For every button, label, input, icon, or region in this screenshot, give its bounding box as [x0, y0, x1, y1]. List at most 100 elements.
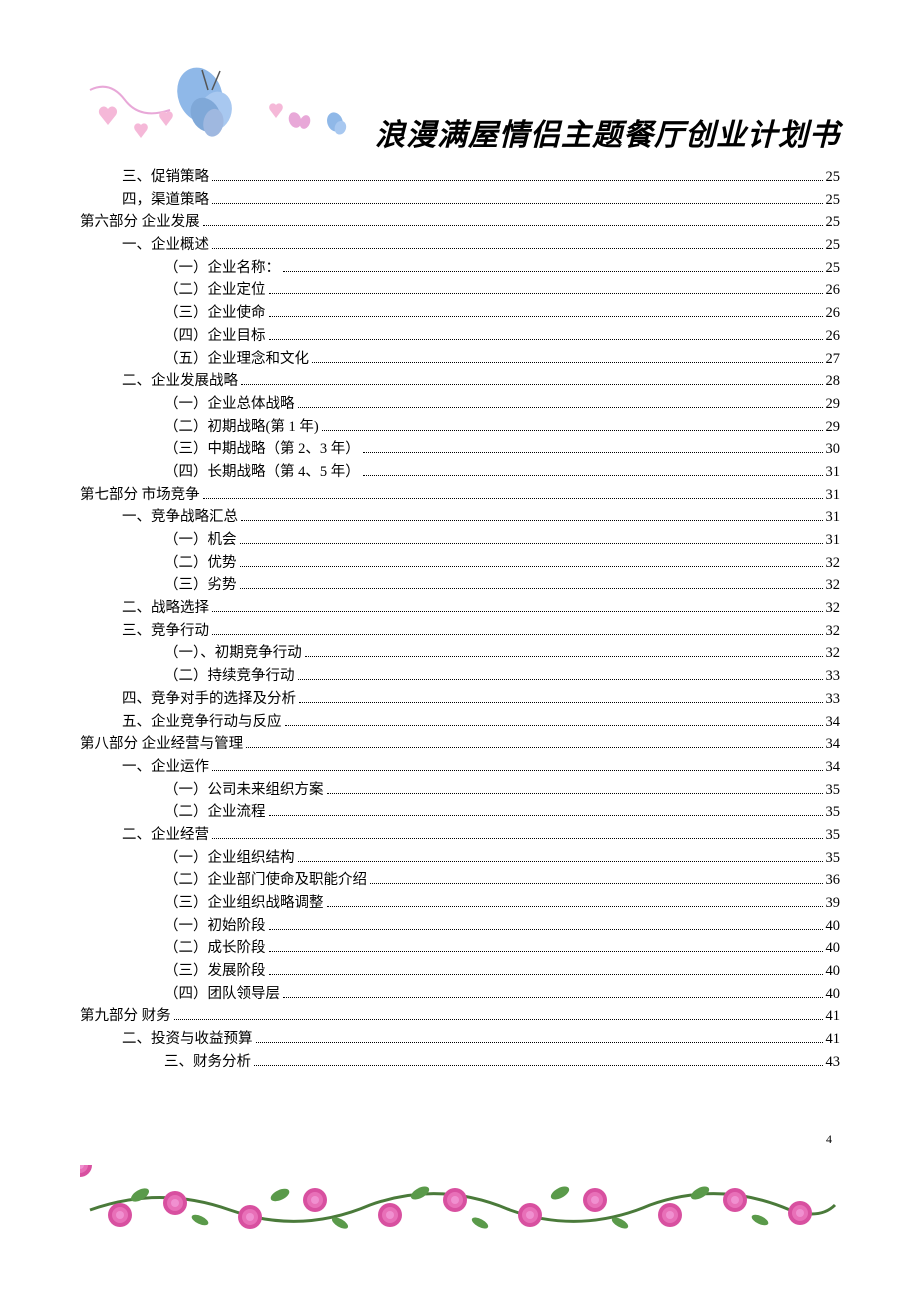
- toc-row: （一）企业名称：25: [80, 261, 840, 276]
- toc-entry-label: 三、促销策略: [122, 170, 209, 185]
- toc-entry-page: 32: [826, 578, 841, 593]
- toc-entry-page: 35: [826, 805, 841, 820]
- toc-entry-page: 36: [826, 873, 841, 888]
- toc-entry-page: 25: [826, 261, 841, 276]
- toc-entry-label: （三）发展阶段: [164, 964, 266, 979]
- toc-entry-page: 29: [826, 420, 841, 435]
- toc-row: 二、企业发展战略28: [80, 374, 840, 389]
- toc-leader-dots: [269, 316, 823, 317]
- toc-entry-label: 二、投资与收益预算: [122, 1032, 253, 1047]
- toc-entry-label: 第七部分 市场竞争: [80, 488, 200, 503]
- toc-row: 三、竞争行动32: [80, 624, 840, 639]
- toc-entry-label: （四）长期战略（第 4、5 年）: [164, 465, 360, 480]
- toc-entry-page: 25: [826, 215, 841, 230]
- toc-row: （五）企业理念和文化27: [80, 352, 840, 367]
- toc-row: （一）企业组织结构35: [80, 851, 840, 866]
- toc-row: 三、促销策略 25: [80, 170, 840, 185]
- toc-entry-page: 40: [826, 987, 841, 1002]
- toc-row: （三）劣势32: [80, 578, 840, 593]
- toc-leader-dots: [269, 974, 823, 975]
- toc-entry-label: （一）、初期竞争行动: [164, 646, 302, 661]
- toc-leader-dots: [305, 656, 823, 657]
- toc-leader-dots: [203, 225, 823, 226]
- toc-entry-label: 一、竞争战略汇总: [122, 510, 238, 525]
- toc-leader-dots: [298, 679, 823, 680]
- toc-entry-page: 31: [826, 533, 841, 548]
- toc-row: （一）企业总体战略29: [80, 397, 840, 412]
- toc-leader-dots: [240, 543, 823, 544]
- document-page: 浪漫满屋情侣主题餐厅创业计划书 三、促销策略25四，渠道策略25第六部分 企业发…: [0, 0, 920, 1258]
- toc-row: （一）、初期竞争行动32: [80, 646, 840, 661]
- toc-leader-dots: [212, 770, 823, 771]
- toc-row: 一、企业运作34: [80, 760, 840, 775]
- toc-leader-dots: [212, 203, 823, 204]
- toc-row: 四，渠道策略25: [80, 193, 840, 208]
- toc-leader-dots: [254, 1065, 823, 1066]
- toc-entry-label: 二、企业经营: [122, 828, 209, 843]
- toc-leader-dots: [256, 1042, 823, 1043]
- toc-entry-page: 29: [826, 397, 841, 412]
- toc-leader-dots: [363, 452, 823, 453]
- toc-entry-label: （一）公司未来组织方案: [164, 783, 324, 798]
- toc-entry-page: 40: [826, 919, 841, 934]
- toc-entry-label: 第九部分 财务: [80, 1009, 171, 1024]
- toc-entry-page: 40: [826, 941, 841, 956]
- toc-leader-dots: [363, 475, 823, 476]
- toc-entry-page: 26: [826, 306, 841, 321]
- toc-entry-page: 27: [826, 352, 841, 367]
- toc-row: 一、竞争战略汇总 31: [80, 510, 840, 525]
- toc-leader-dots: [283, 271, 823, 272]
- toc-entry-label: （三）中期战略（第 2、3 年）: [164, 442, 360, 457]
- toc-row: （四）企业目标26: [80, 329, 840, 344]
- toc-leader-dots: [312, 362, 823, 363]
- toc-entry-label: 三、财务分析: [164, 1055, 251, 1070]
- toc-leader-dots: [241, 384, 823, 385]
- toc-leader-dots: [370, 883, 823, 884]
- toc-entry-page: 31: [826, 488, 841, 503]
- toc-row: 第七部分 市场竞争 31: [80, 488, 840, 503]
- toc-row: 四、竞争对手的选择及分析33: [80, 692, 840, 707]
- toc-entry-page: 25: [826, 170, 841, 185]
- toc-row: （二）企业流程35: [80, 805, 840, 820]
- header-decoration-icon: [80, 60, 370, 150]
- toc-entry-label: 第八部分 企业经营与管理: [80, 737, 243, 752]
- toc-entry-page: 43: [826, 1055, 841, 1070]
- toc-leader-dots: [212, 611, 823, 612]
- toc-row: 三、财务分析 43: [80, 1055, 840, 1070]
- toc-leader-dots: [269, 929, 823, 930]
- toc-entry-label: 五、企业竞争行动与反应: [122, 715, 282, 730]
- toc-entry-label: （二）成长阶段: [164, 941, 266, 956]
- toc-leader-dots: [240, 588, 823, 589]
- toc-entry-label: 四、竞争对手的选择及分析: [122, 692, 296, 707]
- toc-entry-label: （四）团队领导层: [164, 987, 280, 1002]
- toc-row: （二）持续竞争行动33: [80, 669, 840, 684]
- toc-entry-label: （一）机会: [164, 533, 237, 548]
- toc-row: 五、企业竞争行动与反应 34: [80, 715, 840, 730]
- toc-row: （三）企业组织战略调整39: [80, 896, 840, 911]
- toc-leader-dots: [327, 906, 823, 907]
- toc-entry-page: 41: [826, 1009, 841, 1024]
- toc-entry-label: （二）持续竞争行动: [164, 669, 295, 684]
- toc-entry-page: 35: [826, 828, 841, 843]
- toc-entry-page: 31: [826, 510, 841, 525]
- toc-leader-dots: [269, 293, 823, 294]
- toc-row: （三）中期战略（第 2、3 年） 30: [80, 442, 840, 457]
- toc-entry-label: （四）企业目标: [164, 329, 266, 344]
- toc-entry-label: （一）初始阶段: [164, 919, 266, 934]
- toc-entry-label: 三、竞争行动: [122, 624, 209, 639]
- toc-leader-dots: [299, 702, 823, 703]
- toc-entry-label: 第六部分 企业发展: [80, 215, 200, 230]
- toc-entry-page: 31: [826, 465, 841, 480]
- toc-row: 一、企业概述25: [80, 238, 840, 253]
- toc-leader-dots: [174, 1019, 823, 1020]
- toc-entry-page: 34: [826, 715, 841, 730]
- toc-entry-page: 30: [826, 442, 841, 457]
- toc-leader-dots: [240, 566, 823, 567]
- page-number: 4: [826, 1132, 832, 1147]
- toc-leader-dots: [212, 180, 823, 181]
- toc-entry-page: 32: [826, 601, 841, 616]
- toc-entry-label: （二）初期战略(第 1 年): [164, 420, 319, 435]
- toc-leader-dots: [212, 634, 823, 635]
- toc-entry-page: 34: [826, 760, 841, 775]
- toc-row: 二、战略选择32: [80, 601, 840, 616]
